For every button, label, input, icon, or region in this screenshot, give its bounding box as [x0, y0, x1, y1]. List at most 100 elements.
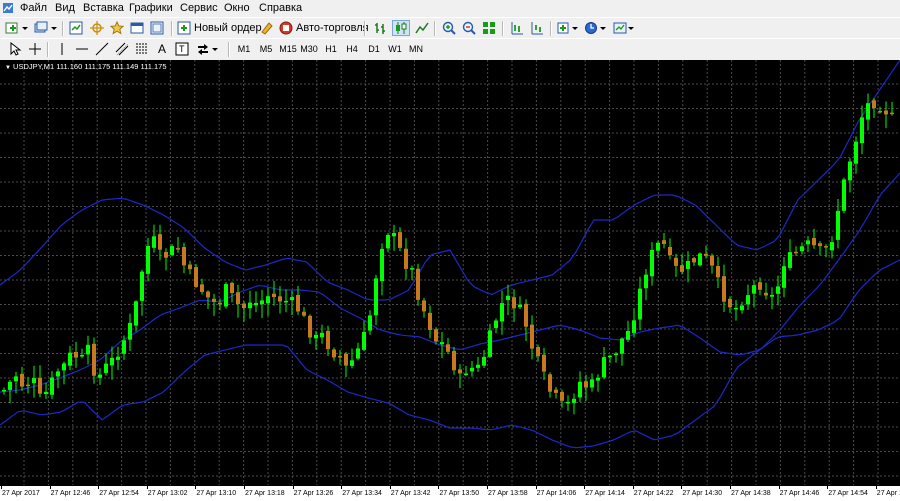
candle-bull [770, 294, 774, 297]
timeframe-m30[interactable]: M30 [299, 42, 319, 56]
candle-bull [170, 246, 174, 255]
autoscroll-button[interactable] [508, 20, 526, 36]
candle-bear [764, 292, 768, 296]
indicators-button[interactable] [556, 20, 580, 36]
terminal-button[interactable] [128, 20, 146, 36]
time-axis-tick [681, 486, 683, 489]
time-axis-label: 27 Apr 14:46 [779, 490, 820, 497]
candle-bull [740, 305, 744, 311]
timeframe-mn[interactable]: MN [406, 42, 426, 56]
menu-file[interactable]: Файл [20, 2, 47, 15]
cursor-button[interactable] [6, 41, 24, 57]
text-tool-button[interactable]: A [153, 41, 171, 57]
candle-bear [704, 253, 708, 256]
crosshair-button[interactable] [26, 41, 44, 57]
menu-window[interactable]: Окно [224, 2, 250, 15]
timeframe-h4[interactable]: H4 [342, 42, 362, 56]
chart-shift-button[interactable] [528, 20, 546, 36]
timeframe-w1[interactable]: W1 [385, 42, 405, 56]
candle-bear [884, 110, 888, 115]
zoom-out-icon [462, 21, 476, 35]
menu-view[interactable]: Вид [55, 2, 75, 15]
periods-button[interactable] [584, 20, 608, 36]
menu-service[interactable]: Сервис [180, 2, 218, 15]
candle-bull [32, 378, 36, 383]
candle-bull [134, 301, 138, 326]
candle-bull [608, 355, 612, 358]
time-axis-tick [292, 486, 294, 489]
vertical-line-button[interactable] [53, 41, 71, 57]
profiles-button[interactable] [33, 20, 59, 36]
candle-bear [176, 248, 180, 250]
data-window-button[interactable] [88, 20, 106, 36]
fibonacci-button[interactable] [133, 41, 151, 57]
toolbar-separator [502, 21, 504, 36]
zoom-in-button[interactable] [440, 20, 458, 36]
trendline-button[interactable] [93, 41, 111, 57]
crosshair-icon [90, 21, 104, 35]
candle-bear [236, 292, 240, 304]
candlestick-chart-button[interactable] [392, 20, 410, 36]
time-axis-tick [584, 486, 586, 489]
horizontal-line-button[interactable] [73, 41, 91, 57]
candle-bull [854, 141, 858, 164]
candle-bull [632, 320, 636, 333]
text-label-button[interactable]: T [173, 41, 191, 57]
candle-bull [842, 179, 846, 211]
time-axis-tick [730, 486, 731, 489]
tile-windows-button[interactable] [480, 20, 498, 36]
bollinger-middle-band [0, 172, 900, 393]
candle-bear [728, 298, 732, 308]
zoom-in-icon [442, 21, 456, 35]
profiles-icon [34, 21, 57, 33]
candle-bull [56, 371, 60, 377]
candle-bull [140, 271, 144, 301]
chart-collapse-icon[interactable]: ▼ [5, 65, 11, 71]
templates-icon [613, 22, 634, 34]
templates-button[interactable] [612, 20, 636, 36]
text-tool-label: A [157, 42, 166, 56]
timeframe-h1[interactable]: H1 [321, 42, 341, 56]
timeframe-m15[interactable]: M15 [278, 42, 298, 56]
price-chart[interactable] [0, 60, 900, 485]
time-axis-label: 27 Apr 13:58 [488, 490, 528, 497]
zoom-out-button[interactable] [460, 20, 478, 36]
candle-bull [488, 330, 492, 357]
new-order-button[interactable]: Новый ордер [177, 20, 262, 36]
timeframe-m1[interactable]: M1 [234, 42, 254, 56]
market-watch-icon [69, 21, 83, 35]
new-chart-button[interactable] [4, 20, 30, 36]
candle-bull [224, 284, 228, 307]
chart-window[interactable]: ▼ USDJPY,M1 111.160 111.175 111.149 111.… [0, 60, 900, 501]
tester-icon [150, 21, 164, 35]
navigator-button[interactable] [108, 20, 126, 36]
candle-bull [830, 242, 834, 251]
menu-insert[interactable]: Вставка [83, 2, 124, 15]
candle-bear [446, 344, 450, 352]
channel-button[interactable] [113, 41, 131, 57]
bar-chart-button[interactable] [371, 20, 389, 36]
candle-bull [566, 401, 570, 404]
menu-charts[interactable]: Графики [129, 2, 173, 15]
time-axis-tick [827, 486, 829, 489]
timeframe-d1[interactable]: D1 [364, 42, 384, 56]
market-watch-button[interactable] [67, 20, 85, 36]
timeframe-m5[interactable]: M5 [256, 42, 276, 56]
candle-bear [668, 246, 672, 256]
time-axis-label: 27 Apr 13:42 [390, 490, 431, 497]
tester-button[interactable] [148, 20, 166, 36]
candle-bull [650, 249, 654, 277]
metaeditor-button[interactable] [258, 20, 276, 36]
autotrade-button[interactable]: Авто-торговля [279, 20, 369, 36]
candle-bear [398, 232, 402, 248]
tile-windows-icon [483, 22, 495, 34]
candle-bull [266, 296, 270, 304]
candle-bull [806, 240, 810, 245]
menu-help[interactable]: Справка [259, 2, 302, 15]
line-chart-button[interactable] [413, 20, 431, 36]
toolbar-separator [434, 21, 436, 36]
arrows-button[interactable] [195, 41, 221, 57]
time-axis-label: 27 Apr 14:06 [536, 490, 577, 497]
cursor-icon [10, 42, 22, 56]
time-axis-label: 27 Apr 13:18 [245, 490, 285, 497]
